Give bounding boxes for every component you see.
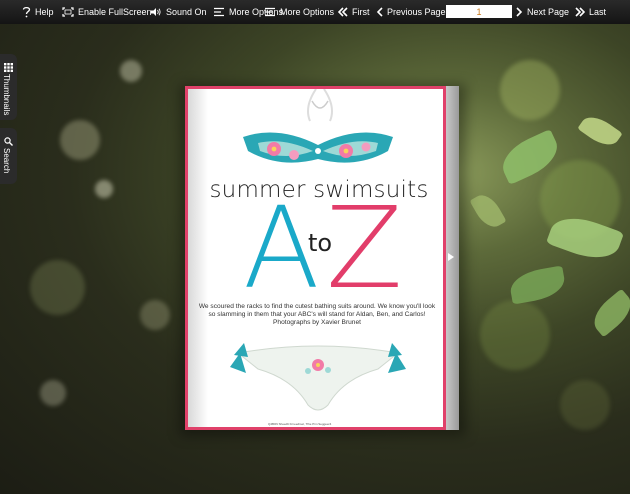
page-number-input[interactable] (446, 5, 512, 18)
next-label: Next Page (527, 7, 570, 17)
first-label: First (352, 7, 370, 17)
speaker-icon (150, 7, 162, 17)
double-chevron-right-icon (575, 7, 585, 17)
options-icon-2 (264, 7, 276, 17)
chevron-left-icon (376, 7, 383, 17)
next-page-button[interactable]: Next Page (516, 0, 569, 24)
help-label: Help (35, 7, 54, 17)
page-flip-arrow[interactable] (448, 253, 454, 261)
thumbnails-tab[interactable]: Thumbnails (0, 54, 17, 120)
help-icon (22, 6, 31, 18)
bikini-bottom-image (230, 343, 406, 411)
sound-button[interactable]: Sound On (150, 0, 207, 24)
help-button[interactable]: Help (22, 0, 54, 24)
fullscreen-button[interactable]: Enable FullScreen (62, 0, 152, 24)
last-label: Last (589, 7, 607, 17)
search-label: Search (2, 148, 11, 174)
previous-page-button[interactable]: Previous Page (376, 0, 446, 24)
first-page-button[interactable]: First (338, 0, 370, 24)
magazine-page[interactable]: summer swimsuits A to Z We scoured the r… (185, 86, 446, 430)
more-options-button-2[interactable]: More Options (264, 0, 334, 24)
search-tab[interactable]: Search (0, 128, 17, 184)
bikini-top-image (243, 89, 393, 163)
thumbnails-label: Thumbnails (2, 74, 11, 116)
chevron-right-icon (516, 7, 523, 17)
page-spine (188, 89, 208, 427)
big-letter-z: Z (326, 184, 403, 314)
double-chevron-left-icon (338, 7, 348, 17)
sound-label: Sound On (166, 7, 207, 17)
options-icon (213, 7, 225, 17)
toolbar: Help Enable FullScreen Sound On More Opt… (0, 0, 630, 24)
more-options-label-2: More Options (280, 7, 335, 17)
fullscreen-icon (62, 7, 74, 17)
last-page-button[interactable]: Last (575, 0, 606, 24)
intro-paragraph: We scoured the racks to find the cutest … (198, 303, 436, 326)
fullscreen-label: Enable FullScreen (78, 7, 152, 17)
previous-label: Previous Page (387, 7, 446, 17)
page-footer: Q4B0N Sheedlt Frneedrsel, Tlhe Pim Segge… (268, 422, 332, 426)
